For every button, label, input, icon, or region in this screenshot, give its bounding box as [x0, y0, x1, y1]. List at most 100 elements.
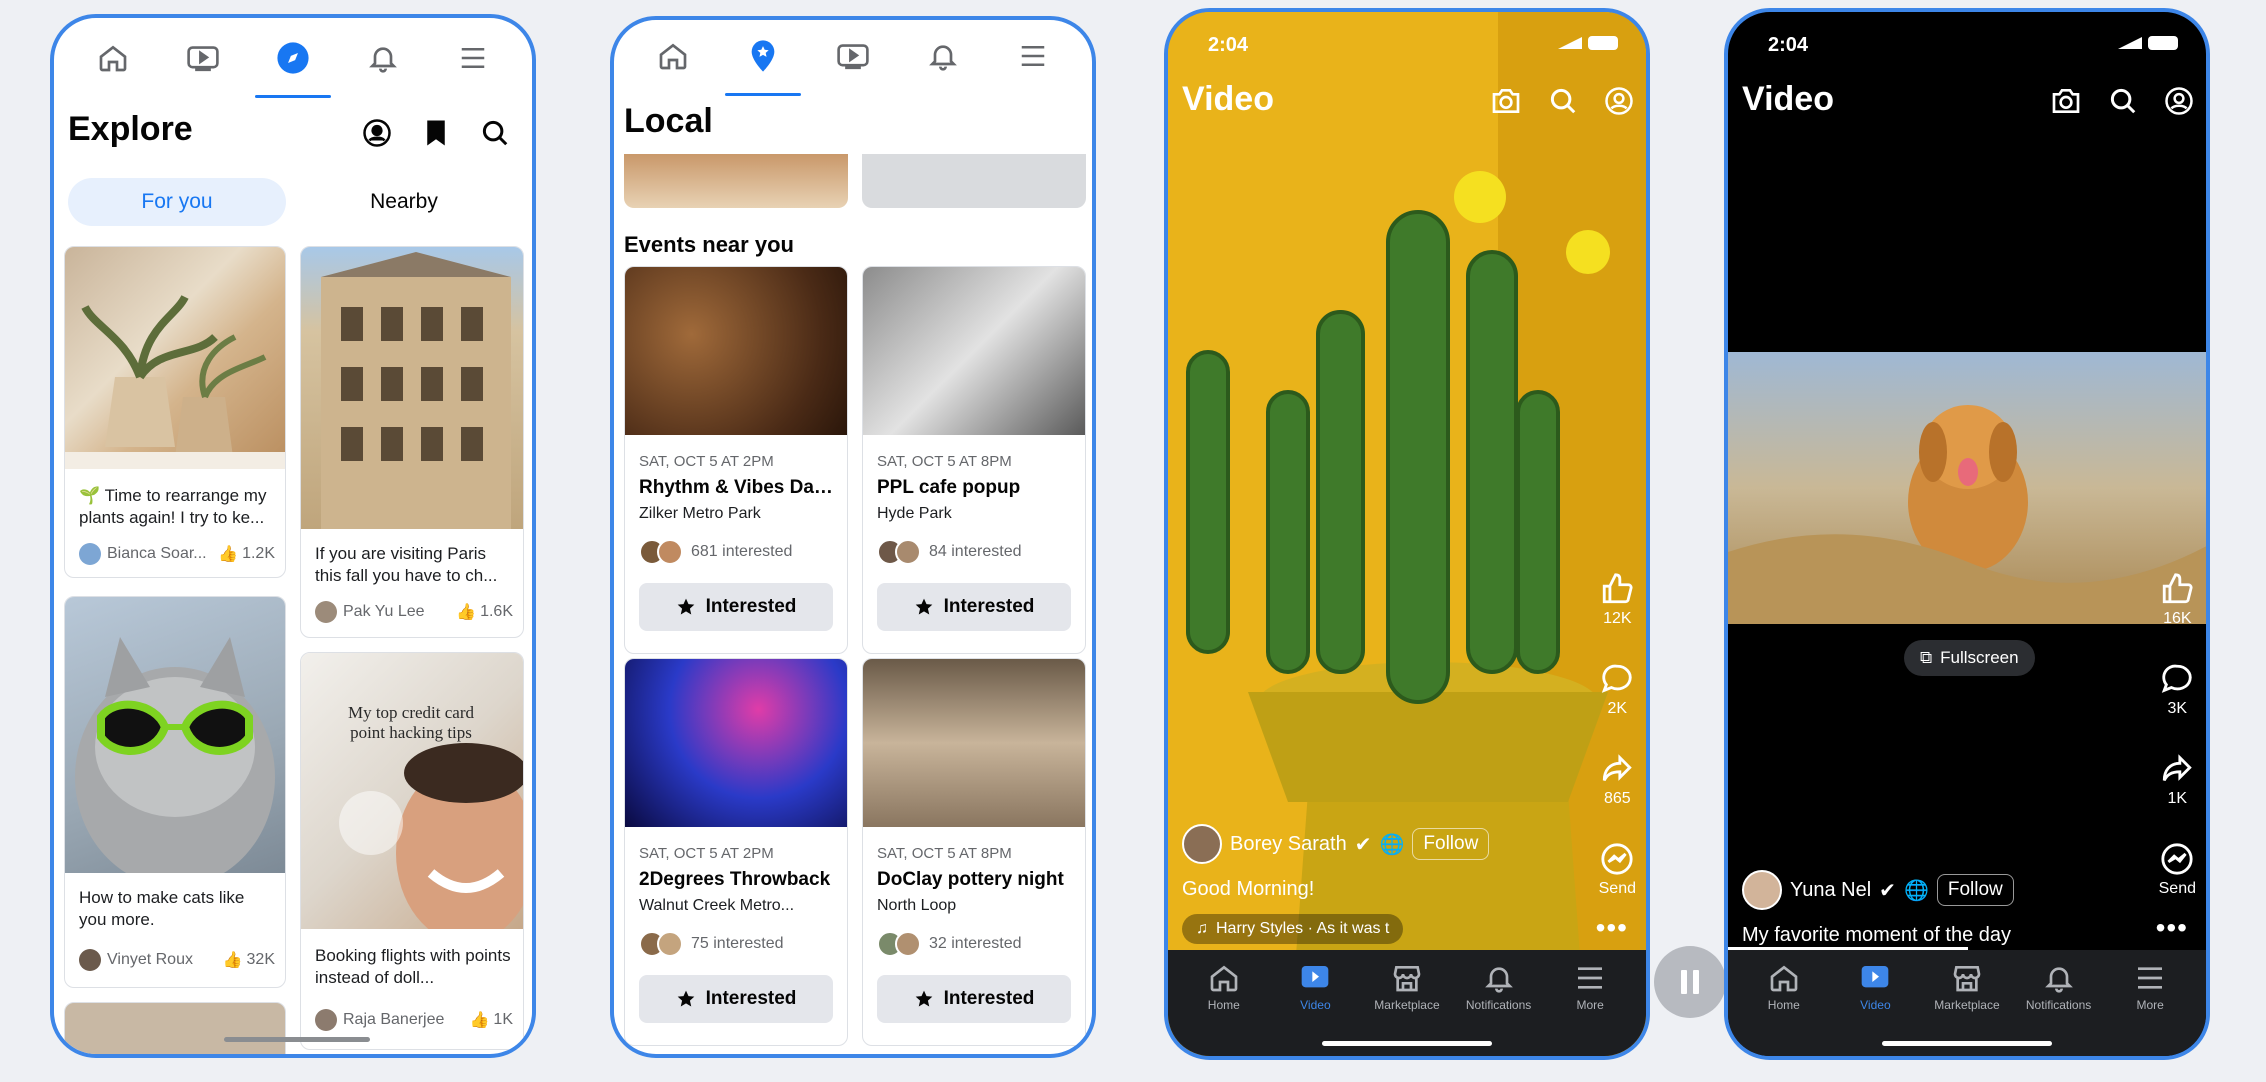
card-author: Pak Yu Lee [343, 603, 425, 620]
event-card[interactable]: SAT, OCT 5 AT 8PM DoClay pottery night N… [862, 658, 1086, 1046]
interested-button[interactable]: Interested [877, 975, 1071, 1023]
share-button[interactable]: 1K [2160, 752, 2194, 808]
follow-button[interactable]: Follow [1936, 874, 2014, 906]
explore-card[interactable]: If you are visiting Paris this fall you … [300, 246, 524, 638]
avatar [79, 949, 101, 971]
menu-icon [2138, 967, 2163, 989]
send-button[interactable]: Send [1599, 842, 1636, 898]
explore-card[interactable]: 🌱 Time to rearrange my plants again! I t… [64, 246, 286, 578]
follow-button[interactable]: Follow [1412, 828, 1490, 860]
nav-home[interactable]: Home [1742, 962, 1826, 1056]
camera-icon[interactable] [2050, 86, 2082, 116]
interested-label: Interested [705, 596, 797, 617]
home-icon[interactable] [643, 26, 703, 86]
plants-image [65, 247, 285, 469]
menu-icon[interactable] [1003, 26, 1063, 86]
dog-video-frame [1728, 352, 2206, 624]
comment-button[interactable]: 2K [1600, 662, 1634, 718]
avatar [315, 1009, 337, 1031]
concert-image [625, 659, 847, 827]
avatar [657, 931, 683, 957]
event-date: SAT, OCT 5 AT 8PM [877, 453, 1012, 470]
comment-button[interactable]: 3K [2160, 662, 2194, 718]
avatar [315, 601, 337, 623]
comment-icon [2162, 664, 2192, 693]
avatar[interactable] [1182, 824, 1222, 864]
thumbs-up-icon [2163, 573, 2193, 604]
interested-button[interactable]: Interested [639, 583, 833, 631]
search-icon[interactable] [1548, 86, 1578, 116]
explore-icon[interactable] [255, 28, 331, 98]
event-title: Rhythm & Vibes Dan... [639, 477, 839, 498]
more-options-icon[interactable]: ••• [2156, 912, 2188, 944]
share-icon [2163, 754, 2193, 782]
like-count: 16K [2163, 610, 2192, 627]
explore-card[interactable] [64, 1002, 286, 1054]
menu-icon[interactable] [443, 28, 503, 88]
star-icon [915, 990, 932, 1007]
local-pin-icon[interactable] [725, 26, 801, 96]
card-text: 🌱 Time to rearrange my plants again! I t… [79, 486, 267, 527]
profile-icon[interactable] [362, 118, 392, 148]
marketplace-icon [1393, 966, 1421, 992]
home-icon[interactable] [83, 28, 143, 88]
event-title: DoClay pottery night [877, 869, 1064, 890]
notifications-icon [2044, 967, 2073, 993]
profile-icon[interactable] [2164, 86, 2194, 116]
nav-more[interactable]: More [2108, 962, 2192, 1056]
author-name[interactable]: Borey Sarath [1230, 833, 1347, 856]
fullscreen-button[interactable]: ⧉ Fullscreen [1904, 640, 2035, 676]
like-button[interactable]: 12K [1600, 572, 1634, 628]
tab-nearby[interactable]: Nearby [304, 178, 504, 226]
avatar[interactable] [1742, 870, 1782, 910]
nav-more[interactable]: More [1548, 962, 1632, 1056]
tab-for-you[interactable]: For you [68, 178, 286, 226]
event-card[interactable]: SAT, OCT 5 AT 8PM PPL cafe popup Hyde Pa… [862, 266, 1086, 654]
music-label: Harry Styles · As it was t [1216, 920, 1390, 937]
crowd-image [625, 267, 847, 435]
home-indicator [1882, 1041, 2052, 1046]
nav-label: Video [1860, 998, 1891, 1012]
send-button[interactable]: Send [2159, 842, 2196, 898]
explore-card[interactable]: How to make cats like you more. Vinyet R… [64, 596, 286, 988]
nav-label: Video [1300, 998, 1331, 1012]
home-icon [1210, 965, 1238, 992]
event-place: North Loop [877, 897, 957, 914]
card-text: If you are visiting Paris this fall you … [315, 544, 498, 585]
home-indicator [224, 1037, 370, 1042]
video-icon[interactable] [173, 28, 233, 88]
pause-button[interactable] [1654, 946, 1726, 1018]
card-likes: 1.6K [480, 603, 513, 620]
search-icon[interactable] [2108, 86, 2138, 116]
notifications-icon[interactable] [913, 26, 973, 86]
nav-label: Marketplace [1934, 998, 2000, 1012]
explore-card[interactable]: My top credit card point hacking tips Bo… [300, 652, 524, 1050]
share-button[interactable]: 865 [1600, 752, 1634, 808]
local-phone: Local Events near you SAT, OCT 5 AT 2PM … [610, 16, 1096, 1058]
event-card[interactable]: SAT, OCT 5 AT 2PM Rhythm & Vibes Dan... … [624, 266, 848, 654]
notifications-icon[interactable] [353, 28, 413, 88]
thumbs-up-icon [1603, 573, 1633, 604]
messenger-icon [1601, 843, 1633, 875]
profile-icon[interactable] [1604, 86, 1634, 116]
interested-label: Interested [943, 988, 1035, 1009]
interested-button[interactable]: Interested [639, 975, 833, 1023]
video-phone-cactus: 2:04 Video 12K 2K 865 Send Borey Sarath … [1164, 8, 1650, 1060]
star-icon [915, 598, 932, 615]
video-icon[interactable] [823, 26, 883, 86]
more-options-icon[interactable]: ••• [1596, 912, 1628, 944]
like-button[interactable]: 16K [2160, 572, 2194, 628]
music-tag[interactable]: ♫ Harry Styles · As it was t [1182, 914, 1404, 944]
star-icon [677, 598, 694, 615]
card-author: Bianca Soar... [107, 545, 207, 562]
status-time: 2:04 [1768, 34, 1809, 56]
search-icon[interactable] [480, 118, 510, 148]
like-icon: 👍 [469, 1012, 490, 1029]
nav-home[interactable]: Home [1182, 962, 1266, 1056]
bookmark-icon[interactable] [422, 118, 450, 148]
send-label: Send [1598, 880, 1636, 897]
camera-icon[interactable] [1490, 86, 1522, 116]
interested-button[interactable]: Interested [877, 583, 1071, 631]
event-card[interactable]: SAT, OCT 5 AT 2PM 2Degrees Throwback Wal… [624, 658, 848, 1046]
author-name[interactable]: Yuna Nel [1790, 879, 1871, 902]
